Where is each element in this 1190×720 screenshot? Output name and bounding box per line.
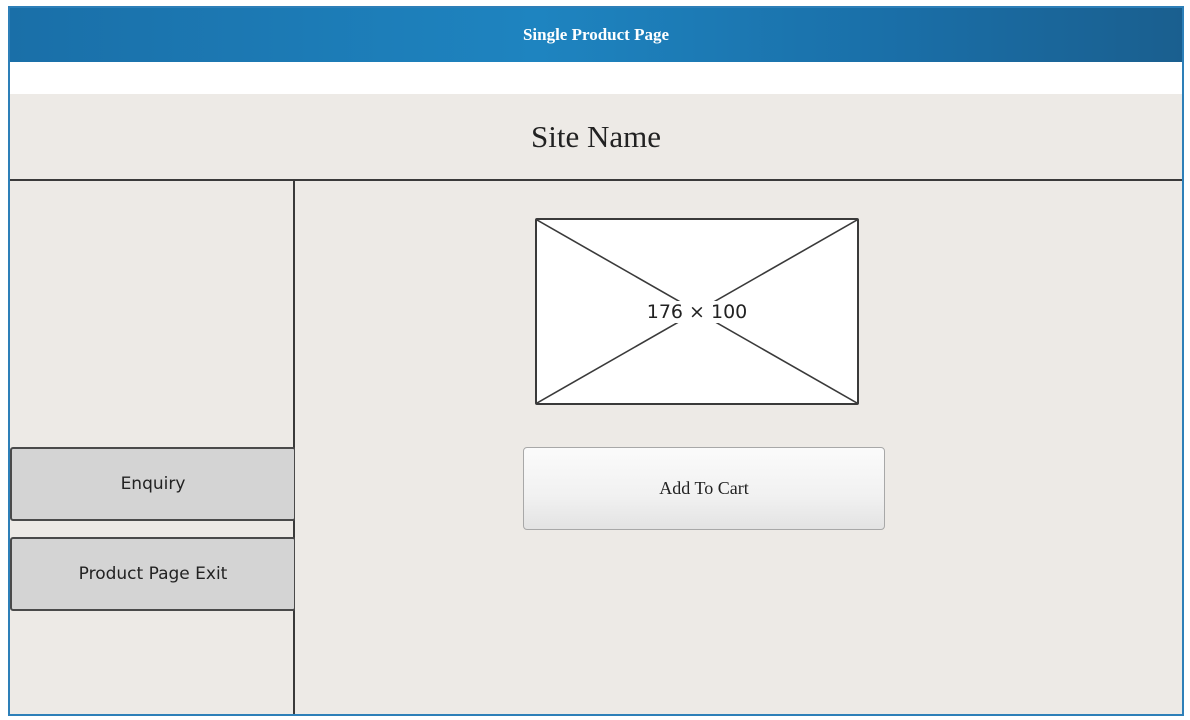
site-name: Site Name — [531, 118, 661, 154]
enquiry-button[interactable]: Enquiry — [10, 447, 296, 521]
add-to-cart-label: Add To Cart — [659, 478, 749, 498]
window-title: Single Product Page — [522, 25, 670, 44]
add-to-cart-button[interactable]: Add To Cart — [523, 447, 885, 530]
product-page-exit-button[interactable]: Product Page Exit — [10, 537, 296, 611]
site-header: Site Name — [10, 94, 1182, 181]
enquiry-button-label: Enquiry — [120, 474, 186, 494]
title-bar: Single Product Page — [10, 8, 1182, 62]
product-page-exit-button-label: Product Page Exit — [78, 564, 228, 584]
main-content: 176 × 100 Add To Cart — [295, 181, 1182, 714]
product-image-placeholder: 176 × 100 — [535, 218, 859, 405]
app-window: Single Product Page Site Name Enquiry Pr… — [8, 6, 1184, 716]
image-placeholder-label: 176 × 100 — [644, 300, 750, 323]
